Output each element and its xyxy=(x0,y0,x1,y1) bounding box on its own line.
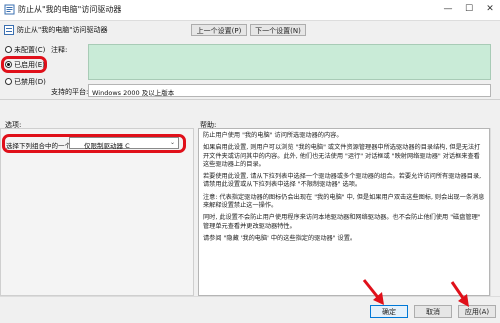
cancel-button[interactable]: 取消 xyxy=(414,305,452,318)
drive-combo-label: 选择下列组合中的一个 xyxy=(6,142,71,150)
comment-label: 注释: xyxy=(51,46,68,54)
next-setting-button[interactable]: 下一个设置(N) xyxy=(250,24,306,36)
help-paragraph: 同时, 此设置不会防止用户使用程序来访问本地驱动器和网络驱动器。也不会防止他们使… xyxy=(203,214,481,230)
section-divider xyxy=(0,99,500,100)
drive-dropdown-value: 仅限制驱动器 C xyxy=(84,142,130,150)
chevron-down-icon: ⌄ xyxy=(169,139,175,146)
arrow-annotation-ok xyxy=(362,279,384,305)
previous-setting-button[interactable]: 上一个设置(P) xyxy=(191,24,247,36)
close-button[interactable]: ✕ xyxy=(482,2,498,16)
help-paragraph: 若要使用此设置, 请从下拉列表中选择一个驱动器或多个驱动器的组合。若要允许访问所… xyxy=(203,173,482,189)
help-paragraph: 防止用户使用 "我的电脑" 访问所选驱动器的内容。 xyxy=(203,132,343,139)
window-title: 防止从"我的电脑"访问驱动器 xyxy=(18,5,122,14)
radio-disabled[interactable] xyxy=(5,78,12,85)
ok-button[interactable]: 确定 xyxy=(370,305,408,318)
radio-not-configured[interactable] xyxy=(5,46,12,53)
radio-disabled-label: 已禁用(D) xyxy=(14,78,46,86)
radio-not-configured-label: 未配置(C) xyxy=(14,46,46,54)
supported-label: 支持的平台: xyxy=(51,88,89,96)
policy-icon xyxy=(4,4,15,15)
comment-textarea[interactable] xyxy=(88,44,491,80)
setting-icon xyxy=(4,25,14,35)
help-paragraph: 请参阅 "隐藏 '我的电脑' 中的这些指定的驱动器" 设置。 xyxy=(203,234,357,242)
maximize-button[interactable]: ☐ xyxy=(461,2,477,16)
options-panel xyxy=(0,128,194,296)
arrow-annotation-apply xyxy=(450,281,469,307)
supported-box: Windows 2000 及以上版本 xyxy=(88,84,491,97)
setting-name: 防止从"我的电脑"访问驱动器 xyxy=(17,26,108,34)
help-scrollbar[interactable] xyxy=(490,128,499,296)
footer-divider xyxy=(0,296,500,297)
radio-enabled-label: 已启用(E) xyxy=(14,61,45,69)
radio-enabled[interactable] xyxy=(5,61,12,68)
drive-dropdown[interactable]: 仅限制驱动器 C ⌄ xyxy=(69,137,179,150)
minimize-button[interactable]: — xyxy=(440,2,456,16)
help-paragraph: 如果启用此设置, 则用户可以浏览 "我的电脑" 或文件资源管理器中所选驱动器的目… xyxy=(203,144,481,168)
help-panel: 防止用户使用 "我的电脑" 访问所选驱动器的内容。 如果启用此设置, 则用户可以… xyxy=(198,128,490,296)
supported-value: Windows 2000 及以上版本 xyxy=(92,89,175,97)
help-paragraph: 注意: 代表指定驱动器的图标仍会出现在 "我的电脑" 中, 但是如果用户双击这些… xyxy=(203,193,485,210)
